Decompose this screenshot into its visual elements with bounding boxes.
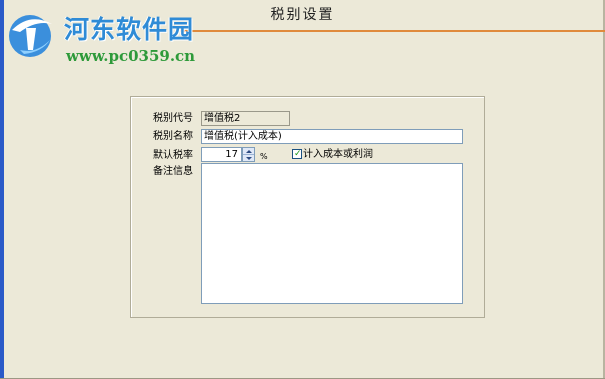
tax-name-label: 税别名称 xyxy=(153,131,193,142)
notes-label: 备注信息 xyxy=(153,166,193,177)
header-divider xyxy=(180,30,605,32)
default-rate-label: 默认税率 xyxy=(153,150,193,161)
watermark-site-url: www.pc0359.cn xyxy=(66,47,196,65)
default-rate-input[interactable]: 17 xyxy=(201,147,242,162)
spin-up-arrow-icon[interactable] xyxy=(243,148,254,155)
include-cost-checkbox[interactable]: ✓ xyxy=(292,149,302,159)
tax-code-field: 增值税2 xyxy=(201,111,290,126)
notes-textarea[interactable] xyxy=(201,163,463,304)
check-icon: ✓ xyxy=(294,149,302,159)
window-frame-left xyxy=(0,0,4,379)
spin-down-arrow-icon[interactable] xyxy=(243,155,254,161)
watermark-site-name: 河东软件园 xyxy=(64,15,195,44)
rate-unit: % xyxy=(260,152,268,161)
tax-code-label: 税别代号 xyxy=(153,113,193,124)
include-cost-label[interactable]: 计入成本或利润 xyxy=(303,149,373,161)
tax-name-input[interactable]: 增值税(计入成本) xyxy=(201,129,463,144)
rate-spinner[interactable] xyxy=(242,147,255,162)
hedong-logo-icon xyxy=(9,15,52,57)
